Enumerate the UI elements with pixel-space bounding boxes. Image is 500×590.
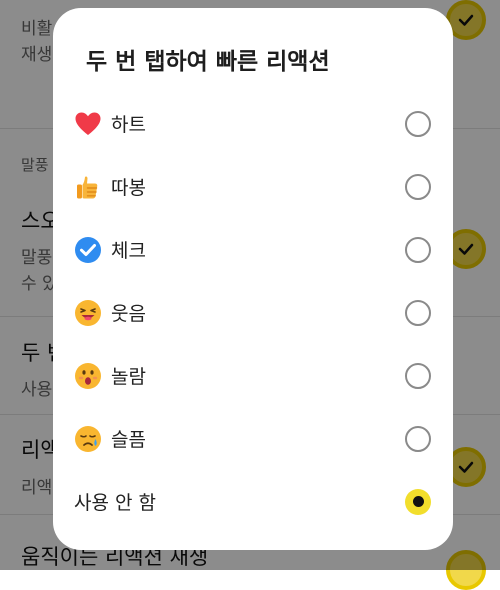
option-label: 하트 [111,114,146,136]
option-heart[interactable]: 하트 [53,92,453,155]
radio-button[interactable] [405,110,431,137]
heart-emoji-icon [75,112,101,135]
option-check[interactable]: 체크 [53,218,453,281]
quick-reaction-dialog: 두 번 탭하여 빠른 리액션 하트 따봉 체크 웃음 놀람 슬픔 사용 안 함 [53,8,453,550]
radio-button[interactable] [405,236,431,263]
thumbs-up-emoji-icon [77,176,98,198]
surprised-face-emoji-icon [75,362,101,389]
option-label: 따봉 [111,177,146,199]
radio-button-selected[interactable] [405,488,431,515]
dialog-title: 두 번 탭하여 빠른 리액션 [86,49,330,75]
radio-button[interactable] [405,425,431,452]
radio-button[interactable] [405,362,431,389]
radio-button[interactable] [405,299,431,326]
option-label: 슬픔 [111,429,146,451]
option-label: 웃음 [111,303,146,325]
option-sad[interactable]: 슬픔 [53,407,453,470]
option-label: 사용 안 함 [74,492,156,514]
option-none[interactable]: 사용 안 함 [53,470,453,533]
crying-face-emoji-icon [75,425,101,452]
option-thumbs-up[interactable]: 따봉 [53,155,453,218]
laughing-face-emoji-icon [75,299,101,326]
check-emoji-icon [75,236,101,263]
radio-button[interactable] [405,173,431,200]
option-laugh[interactable]: 웃음 [53,281,453,344]
radio-dot [412,496,424,507]
option-label: 체크 [111,240,146,262]
option-surprised[interactable]: 놀람 [53,344,453,407]
option-label: 놀람 [111,366,146,388]
